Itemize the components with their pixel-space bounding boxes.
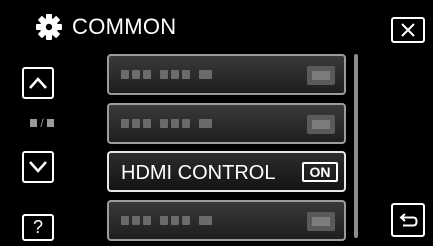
menu-item-1[interactable] <box>107 54 346 95</box>
return-icon <box>399 213 418 227</box>
obscured-value <box>307 66 335 85</box>
page-title: COMMON <box>72 14 177 39</box>
header: COMMON <box>0 0 433 48</box>
menu-item-4[interactable] <box>107 200 346 241</box>
chevron-down-icon <box>29 161 47 173</box>
page-separator: / <box>40 116 44 130</box>
total-pages-mark <box>46 119 54 127</box>
gear-icon <box>36 14 62 40</box>
obscured-label <box>121 119 215 128</box>
menu-item-2[interactable] <box>107 103 346 144</box>
setting-value-badge: ON <box>302 162 338 182</box>
menu-item-hdmi-control[interactable]: HDMI CONTROL ON <box>107 151 346 192</box>
menu-item-label: HDMI CONTROL <box>121 162 276 184</box>
obscured-value <box>307 212 335 231</box>
current-page-mark <box>30 119 38 127</box>
scrollbar[interactable] <box>354 54 358 238</box>
obscured-label <box>121 70 215 79</box>
close-icon <box>401 23 415 37</box>
close-button[interactable] <box>391 17 425 43</box>
back-button[interactable] <box>391 203 425 237</box>
scroll-down-button[interactable] <box>22 151 54 183</box>
chevron-up-icon <box>29 77 47 89</box>
help-button[interactable]: ? <box>22 214 54 241</box>
obscured-label <box>121 216 215 225</box>
obscured-value <box>307 115 335 134</box>
page-indicator: / <box>22 115 62 131</box>
scroll-up-button[interactable] <box>22 67 54 99</box>
